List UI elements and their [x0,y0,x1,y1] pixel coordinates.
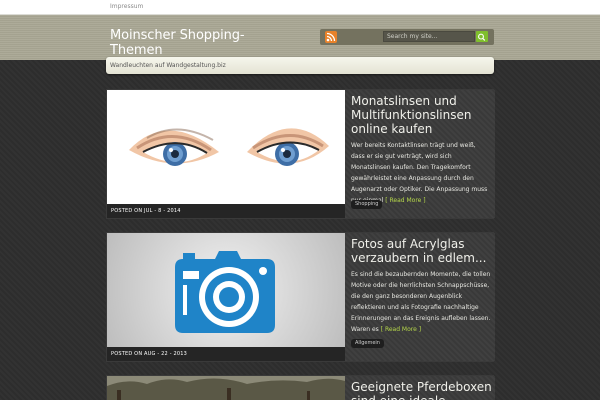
site-title[interactable]: Moinscher Shopping-Themen [110,28,290,58]
post-thumbnail[interactable] [107,233,345,347]
top-bar: Impressum [0,0,600,15]
search-button[interactable] [476,31,488,42]
post-card: POSTED ON AUG - 22 - 2013 Fotos auf Acry… [106,232,495,362]
post-title[interactable]: Geeignete Pferdeboxen sind eine ideale..… [351,380,493,400]
category-tag[interactable]: Allgemein [351,339,384,348]
search-input[interactable] [383,31,475,42]
tagline-bar: Wandleuchten auf Wandgestaltung.biz [106,57,494,74]
post-excerpt: Es sind die bezaubernden Momente, die to… [351,269,491,335]
site-header [0,15,600,60]
post-date: POSTED ON AUG - 22 - 2013 [111,351,188,357]
post-card: POSTED ON JUL - 8 - 2014 Monatslinsen un… [106,89,495,219]
post-date: POSTED ON JUL - 8 - 2014 [111,208,181,214]
trees-photo-icon [107,376,345,400]
read-more-link[interactable]: [ Read More ] [385,197,425,204]
post-meta-bar: POSTED ON AUG - 22 - 2013 [107,347,345,361]
post-meta-bar: POSTED ON JUL - 8 - 2014 [107,204,345,218]
impressum-link[interactable]: Impressum [110,3,143,10]
post-thumbnail[interactable] [107,376,345,400]
post-excerpt-text: Es sind die bezaubernden Momente, die to… [351,271,491,333]
eyes-illustration-icon [129,128,329,166]
site-tagline: Wandleuchten auf Wandgestaltung.biz [110,62,226,69]
post-thumbnail[interactable] [107,90,345,204]
post-content: Monatslinsen und Multifunktionslinsen on… [345,90,495,218]
camera-icon [175,251,275,333]
post-excerpt-text: Wer bereits Kontaktlinsen trägt und weiß… [351,142,488,204]
post-title[interactable]: Monatslinsen und Multifunktionslinsen on… [351,94,493,136]
category-tag[interactable]: Shopping [351,200,383,209]
rss-icon[interactable] [325,31,337,43]
post-content: Geeignete Pferdeboxen sind eine ideale..… [345,376,495,400]
post-content: Fotos auf Acrylglas verzaubern in edlem.… [345,233,495,361]
post-card: Geeignete Pferdeboxen sind eine ideale..… [106,375,495,400]
post-title[interactable]: Fotos auf Acrylglas verzaubern in edlem.… [351,237,493,265]
read-more-link[interactable]: [ Read More ] [381,326,421,333]
post-excerpt: Wer bereits Kontaktlinsen trägt und weiß… [351,140,491,206]
search-icon [478,33,486,41]
